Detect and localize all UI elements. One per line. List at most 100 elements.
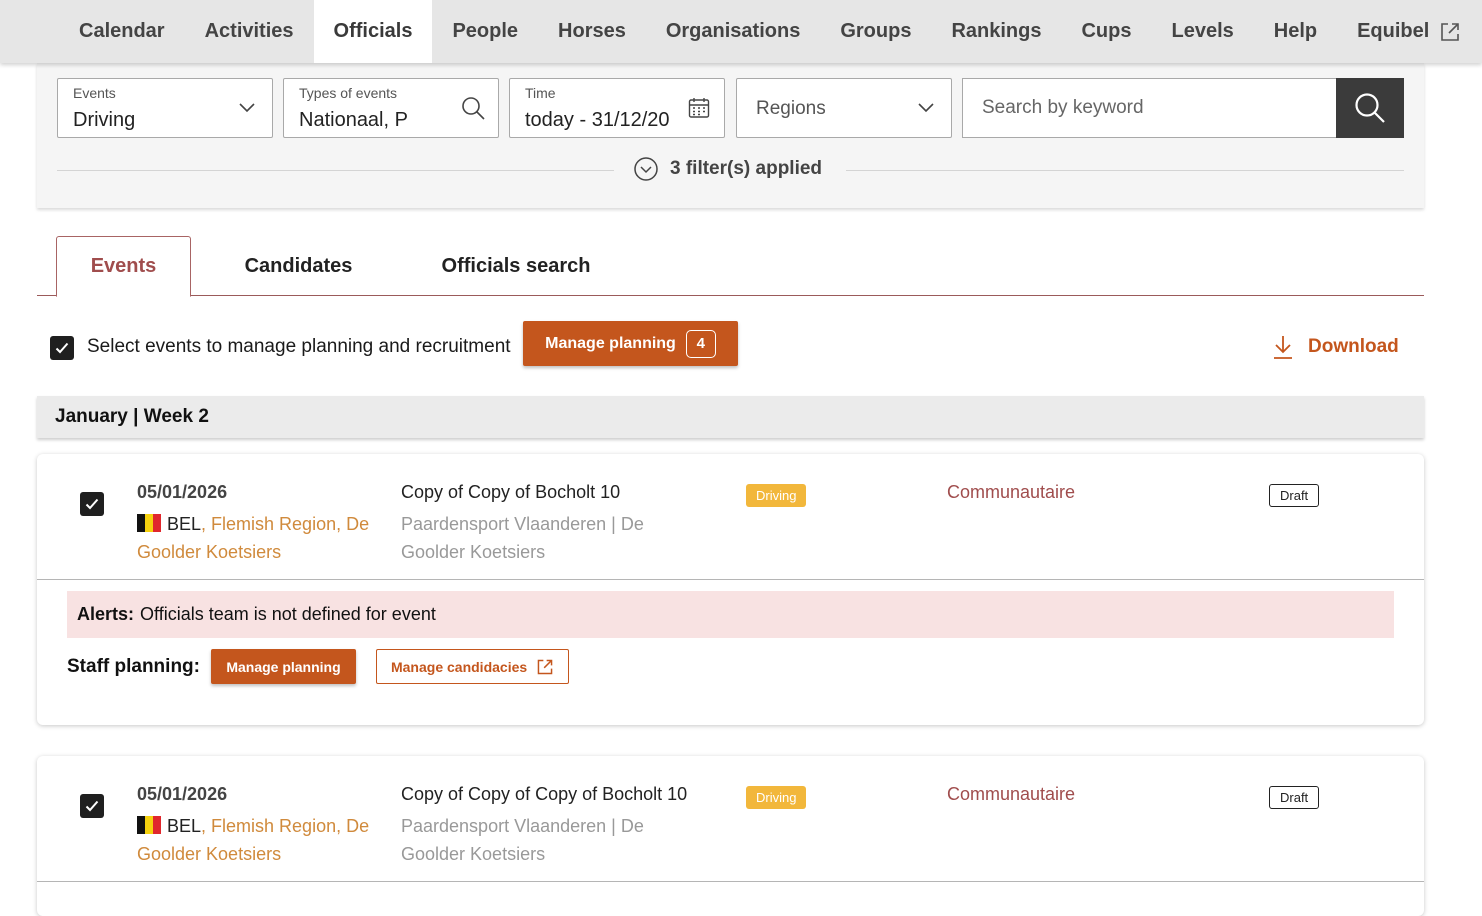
select-all-checkbox[interactable] — [50, 336, 74, 360]
download-label: Download — [1308, 336, 1399, 357]
event-organiser: Paardensport Vlaanderen | De Goolder Koe… — [401, 816, 644, 864]
search-icon — [1354, 92, 1386, 124]
alert-label: Alerts: — [77, 604, 135, 624]
event-location: BEL, Flemish Region, De Goolder Koetsier… — [137, 812, 387, 868]
status-badge: Draft — [1269, 786, 1320, 809]
nav-item-activities[interactable]: Activities — [185, 0, 314, 63]
calendar-icon[interactable] — [686, 95, 712, 121]
event-manage-planning-button[interactable]: Manage planning — [210, 649, 356, 684]
alert-text: Officials team is not defined for event — [140, 604, 436, 624]
top-navigation: Calendar Activities Officials People Hor… — [0, 0, 1482, 63]
regions-select[interactable]: Regions — [736, 78, 952, 138]
nav-item-people[interactable]: People — [432, 0, 538, 63]
nav-item-label: Equibel — [1357, 20, 1430, 42]
event-checkbox[interactable] — [80, 492, 104, 516]
divider — [846, 170, 1404, 171]
card-divider — [37, 881, 1424, 882]
belgium-flag-icon — [137, 514, 161, 532]
event-card: 05/01/2026 BEL, Flemish Region, De Goold… — [37, 756, 1424, 916]
event-manage-planning-label: Manage planning — [226, 658, 341, 675]
tab-bar: Events Candidates Officials search — [37, 236, 1424, 297]
events-select-value: Driving — [73, 109, 136, 131]
tab-label: Candidates — [244, 254, 353, 277]
nav-item-label: Rankings — [951, 20, 1042, 42]
events-select-label: Events — [73, 85, 116, 101]
time-label: Time — [525, 85, 556, 101]
check-icon — [55, 342, 69, 354]
nav-item-label: Help — [1273, 20, 1318, 42]
discipline-badge: Driving — [746, 484, 807, 507]
check-icon — [85, 800, 99, 812]
event-country: BEL — [167, 816, 202, 836]
event-name[interactable]: Copy of Copy of Copy of Bocholt 10 — [401, 784, 687, 805]
keyword-search-input[interactable] — [963, 79, 1337, 137]
tab-label: Officials search — [441, 254, 591, 277]
external-link-icon — [1439, 21, 1461, 43]
nav-item-cups[interactable]: Cups — [1061, 0, 1151, 63]
tab-events[interactable]: Events — [56, 236, 191, 297]
event-checkbox[interactable] — [80, 794, 104, 818]
week-header-text: January | Week 2 — [55, 406, 209, 427]
event-organiser: Paardensport Vlaanderen | De Goolder Koe… — [401, 514, 644, 562]
types-of-events-select[interactable]: Types of events Nationaal, P — [283, 78, 499, 138]
download-button[interactable]: Download — [1272, 334, 1399, 360]
staff-planning-label: Staff planning: — [67, 655, 200, 677]
check-icon — [85, 498, 99, 510]
chevron-down-icon — [234, 95, 260, 121]
event-level: Communautaire — [947, 482, 1076, 502]
tab-candidates[interactable]: Candidates — [217, 236, 380, 296]
nav-item-equibel[interactable]: Equibel — [1337, 0, 1481, 63]
nav-item-label: Calendar — [79, 20, 165, 42]
event-name[interactable]: Copy of Copy of Bocholt 10 — [401, 482, 620, 503]
manage-candidacies-label: Manage candidacies — [390, 658, 528, 675]
types-of-events-value: Nationaal, P — [299, 109, 408, 131]
selected-count-badge: 4 — [685, 329, 716, 358]
nav-item-levels[interactable]: Levels — [1151, 0, 1253, 63]
nav-item-rankings[interactable]: Rankings — [931, 0, 1061, 63]
event-level: Communautaire — [947, 784, 1076, 804]
week-header: January | Week 2 — [37, 396, 1424, 438]
manage-planning-label: Manage planning — [545, 334, 676, 352]
chevron-circle-down-icon — [634, 157, 658, 181]
nav-item-organisations[interactable]: Organisations — [646, 0, 820, 63]
manage-planning-button[interactable]: Manage planning 4 — [523, 321, 738, 366]
event-alert: Alerts: Officials team is not defined fo… — [67, 591, 1394, 638]
nav-item-help[interactable]: Help — [1254, 0, 1337, 63]
filter-panel: Events Driving Types of events Nationaal… — [37, 63, 1424, 208]
event-country: BEL — [167, 514, 202, 534]
nav-item-label: Activities — [204, 20, 294, 42]
filters-toggle[interactable]: 3 filter(s) applied — [634, 157, 822, 181]
nav-item-calendar[interactable]: Calendar — [59, 0, 185, 63]
divider — [57, 170, 614, 171]
nav-item-label: Officials — [333, 20, 413, 42]
card-divider — [37, 579, 1424, 580]
time-value: today - 31/12/20 — [525, 109, 670, 131]
nav-item-label: People — [452, 20, 519, 42]
staff-planning-row: Staff planning: Manage planning Manage c… — [67, 649, 570, 684]
nav-item-groups[interactable]: Groups — [820, 0, 931, 63]
search-icon — [460, 95, 486, 121]
nav-item-officials[interactable]: Officials — [313, 0, 433, 63]
regions-placeholder: Regions — [756, 98, 826, 119]
discipline-badge: Driving — [746, 786, 807, 809]
download-icon — [1272, 334, 1294, 360]
nav-item-horses[interactable]: Horses — [538, 0, 646, 63]
nav-item-label: Groups — [840, 20, 912, 42]
event-card: 05/01/2026 BEL, Flemish Region, De Goold… — [37, 454, 1424, 725]
events-select[interactable]: Events Driving — [57, 78, 273, 138]
nav-item-label: Horses — [558, 20, 626, 42]
tab-label: Events — [90, 255, 157, 277]
chevron-down-icon — [913, 95, 939, 121]
filters-applied-text: 3 filter(s) applied — [670, 158, 823, 179]
time-range-picker[interactable]: Time today - 31/12/20 — [509, 78, 725, 138]
keyword-search-box — [962, 78, 1337, 138]
nav-item-label: Levels — [1171, 20, 1234, 42]
nav-item-label: Cups — [1081, 20, 1132, 42]
status-badge: Draft — [1269, 484, 1320, 507]
types-of-events-label: Types of events — [299, 85, 398, 101]
event-location: BEL, Flemish Region, De Goolder Koetsier… — [137, 510, 387, 566]
manage-candidacies-button[interactable]: Manage candidacies — [375, 649, 570, 684]
search-button[interactable] — [1336, 78, 1404, 138]
tab-officials-search[interactable]: Officials search — [427, 236, 605, 296]
external-link-icon — [536, 658, 554, 676]
